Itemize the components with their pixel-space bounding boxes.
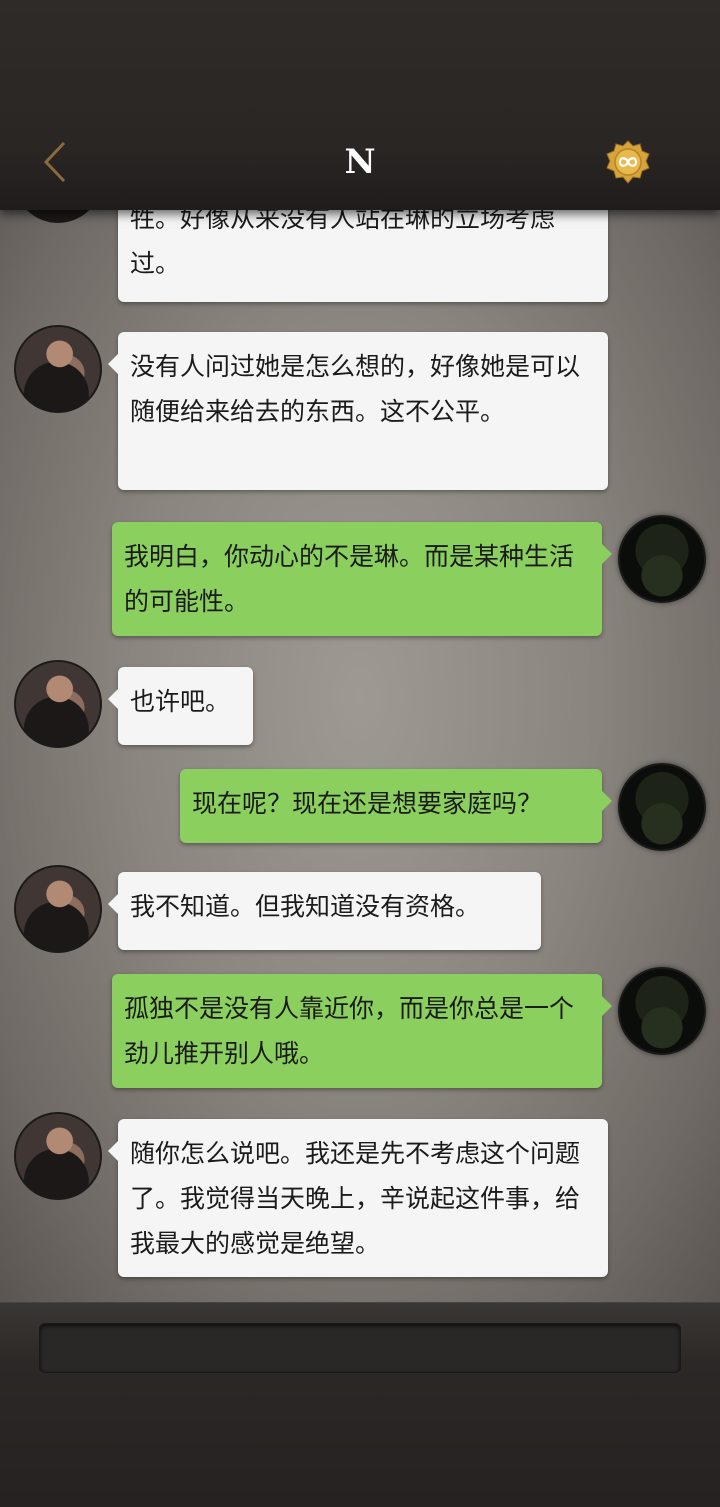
message-bubble-left: 也许吧。 (108, 667, 253, 745)
message-input[interactable] (39, 1323, 681, 1373)
contact-avatar[interactable] (14, 865, 102, 953)
contact-avatar[interactable] (14, 1112, 102, 1200)
contact-avatar[interactable] (14, 325, 102, 413)
user-avatar[interactable] (618, 515, 706, 603)
message-text: 我明白，你动心的不是琳。而是某种生活的可能性。 (124, 542, 575, 616)
message-text: 牲。好像从来没有人站在琳的立场考虑过。 (130, 204, 556, 278)
message-bubble-right: 孤独不是没有人靠近你，而是你总是一个劲儿推开别人哦。 (112, 974, 612, 1088)
message-bubble-left: 没有人问过她是怎么想的，好像她是可以随便给来给去的东西。这不公平。 (108, 332, 608, 490)
chat-area[interactable]: 牲。好像从来没有人站在琳的立场考虑过。 没有人问过她是怎么想的，好像她是可以随便… (0, 200, 720, 1305)
message-text: 我不知道。但我知道没有资格。 (130, 892, 481, 921)
message-bubble-left: 牲。好像从来没有人站在琳的立场考虑过。 (118, 200, 608, 302)
message-bubble-right: 我明白，你动心的不是琳。而是某种生活的可能性。 (112, 522, 612, 636)
message-text: 随你怎么说吧。我还是先不考虑这个问题了。我觉得当天晚上，辛说起这件事，给我最大的… (130, 1139, 581, 1258)
user-avatar[interactable] (618, 763, 706, 851)
message-text: 也许吧。 (130, 687, 231, 716)
message-text: 孤独不是没有人靠近你，而是你总是一个劲儿推开别人哦。 (124, 994, 575, 1068)
message-bubble-right: 现在呢？现在还是想要家庭吗？ (180, 769, 612, 843)
contact-avatar[interactable] (14, 660, 102, 748)
user-avatar[interactable] (618, 967, 706, 1055)
bottom-bar (0, 1302, 720, 1507)
message-bubble-left: 我不知道。但我知道没有资格。 (108, 872, 541, 950)
infinity-badge-icon[interactable] (606, 140, 650, 184)
message-text: 没有人问过她是怎么想的，好像她是可以随便给来给去的东西。这不公平。 (130, 352, 581, 426)
top-bar: N (0, 0, 720, 210)
message-text: 现在呢？现在还是想要家庭吗？ (192, 789, 543, 818)
message-bubble-left: 随你怎么说吧。我还是先不考虑这个问题了。我觉得当天晚上，辛说起这件事，给我最大的… (108, 1119, 608, 1277)
